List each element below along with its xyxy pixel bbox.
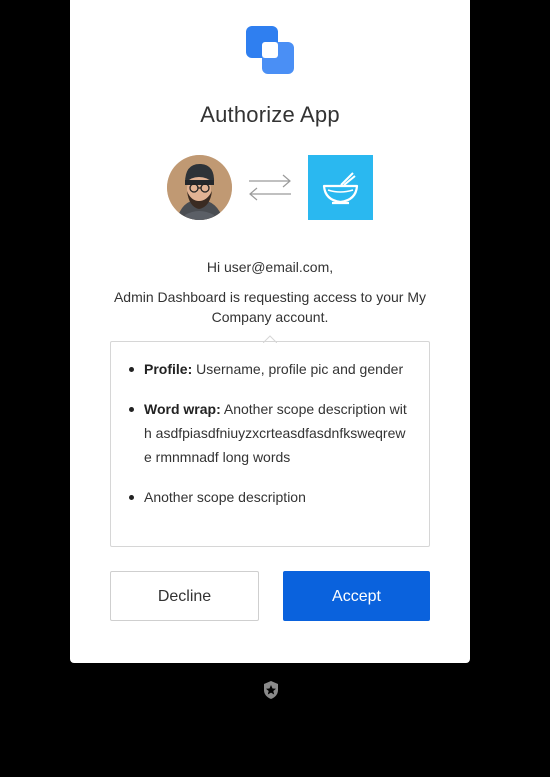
bullet-icon [129, 495, 134, 500]
accept-button[interactable]: Accept [283, 571, 430, 621]
scope-name: Word wrap: [144, 401, 221, 417]
scope-name: Profile: [144, 361, 193, 377]
scope-description: Username, profile pic and gender [196, 361, 404, 377]
bullet-icon [129, 367, 134, 372]
decline-button[interactable]: Decline [110, 571, 259, 621]
scope-list: Profile: Username, profile pic and gende… [111, 357, 429, 525]
scope-item: Word wrap: Another scope description wit… [111, 397, 429, 469]
shield-star-logo-icon [264, 681, 278, 699]
request-message: Admin Dashboard is requesting access to … [113, 289, 427, 325]
app-logo-icon [246, 26, 294, 74]
scope-item: Another scope description [111, 485, 429, 509]
user-avatar [167, 155, 232, 220]
scope-description: Another scope description [144, 489, 306, 505]
scope-item: Profile: Username, profile pic and gende… [111, 357, 429, 381]
authorization-card: Authorize App Hi user@email.com, Admin D… [70, 0, 470, 663]
bowl-icon [322, 172, 359, 205]
scope-list-box: Profile: Username, profile pic and gende… [110, 341, 430, 547]
page-title: Authorize App [200, 102, 340, 127]
user-photo [167, 155, 232, 220]
greeting-text: Hi user@email.com, [206, 259, 334, 275]
client-app-tile [308, 155, 373, 220]
bullet-icon [129, 407, 134, 412]
swap-arrows-icon [249, 174, 291, 201]
